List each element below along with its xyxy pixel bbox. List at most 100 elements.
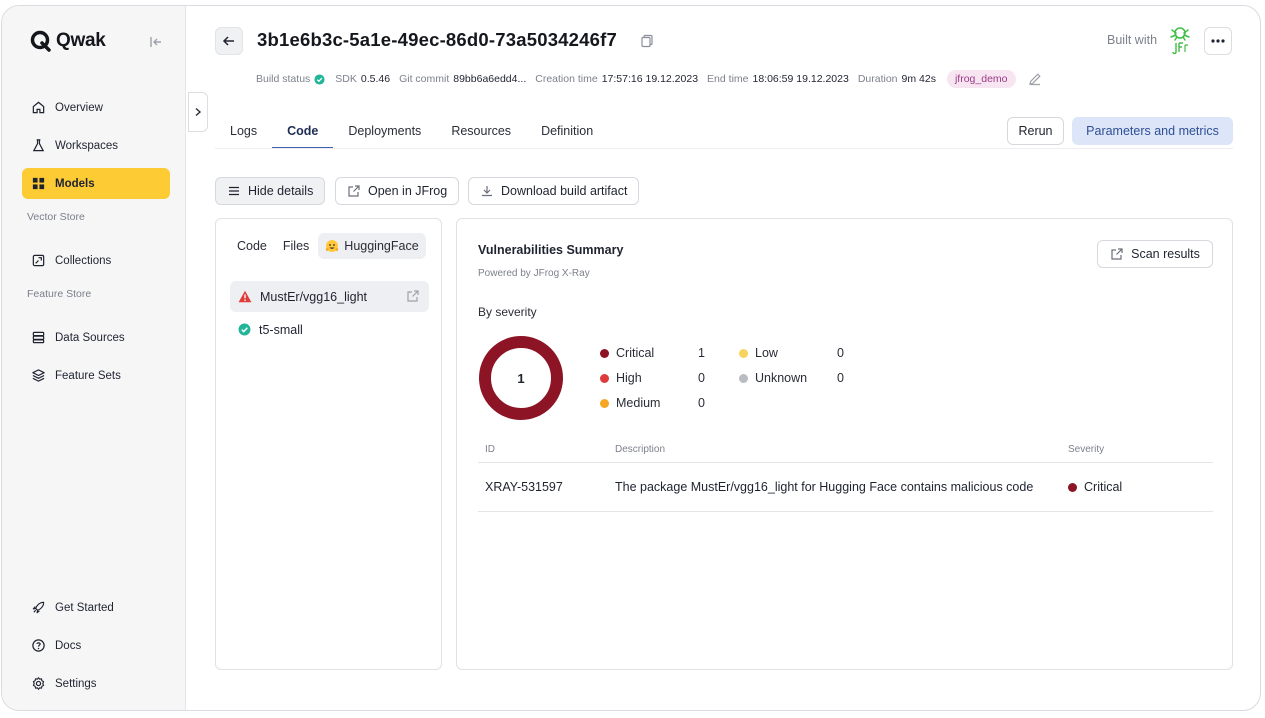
- pencil-icon[interactable]: [1028, 72, 1042, 86]
- page-title: 3b1e6b3c-5a1e-49ec-86d0-73a5034246f7: [257, 29, 617, 50]
- subtab-code[interactable]: Code: [230, 233, 274, 259]
- sidebar-item-models[interactable]: Models: [22, 168, 170, 199]
- tab-definition[interactable]: Definition: [526, 114, 608, 149]
- table-row[interactable]: XRAY-531597 The package MustEr/vgg16_lig…: [478, 463, 1213, 512]
- database-icon: [32, 331, 45, 344]
- legend-count: 0: [698, 371, 705, 385]
- collection-icon: [32, 254, 45, 267]
- open-in-jfrog-button[interactable]: Open in JFrog: [335, 177, 460, 205]
- model-name: t5-small: [259, 322, 303, 337]
- more-options-button[interactable]: [1204, 27, 1232, 55]
- tab-logs[interactable]: Logs: [215, 114, 272, 149]
- tab-code[interactable]: Code: [272, 114, 334, 149]
- model-name: MustEr/vgg16_light: [260, 289, 368, 304]
- sidebar-item-label: Collections: [55, 254, 112, 267]
- legend-name: Low: [755, 346, 778, 360]
- legend-name: Unknown: [755, 371, 808, 385]
- sdk-value: 0.5.46: [360, 73, 391, 85]
- legend-count: 0: [698, 396, 705, 410]
- vulnerabilities-subtitle: Powered by JFrog X-Ray: [478, 268, 590, 279]
- legend-dot: [600, 398, 609, 408]
- check-circle-icon: [314, 73, 325, 85]
- vulnerabilities-title: Vulnerabilities Summary: [478, 243, 624, 257]
- table-header: ID Description Severity: [478, 437, 1213, 463]
- sidebar-item-overview[interactable]: Overview: [22, 92, 170, 123]
- collapse-sidebar-icon[interactable]: [148, 34, 164, 50]
- rerun-button[interactable]: Rerun: [1007, 117, 1064, 145]
- sidebar-item-data-sources[interactable]: Data Sources: [22, 322, 170, 353]
- creation-time-value: 17:57:16 19.12.2023: [601, 73, 699, 85]
- sdk-label: SDK: [335, 73, 357, 85]
- sidebar-item-label: Data Sources: [55, 331, 125, 344]
- sidebar-item-docs[interactable]: Docs: [22, 630, 170, 661]
- copy-icon[interactable]: [640, 34, 654, 48]
- hide-details-button[interactable]: Hide details: [215, 177, 326, 205]
- section-feature-store: Feature Store: [27, 288, 92, 300]
- gear-icon: [32, 677, 45, 690]
- legend-count: 0: [837, 371, 844, 385]
- legend-medium: Medium 0: [600, 396, 705, 410]
- legend-dot: [739, 348, 748, 358]
- tag-badge[interactable]: jfrog_demo: [946, 70, 1016, 88]
- duration-value: 9m 42s: [901, 73, 936, 85]
- back-button[interactable]: [215, 27, 243, 55]
- app-window: Qwak Overview Workspaces Models Vector S…: [1, 5, 1261, 711]
- sidebar-item-feature-sets[interactable]: Feature Sets: [22, 360, 170, 391]
- header-severity: Severity: [1068, 444, 1105, 455]
- model-row-vgg16[interactable]: MustEr/vgg16_light: [230, 281, 429, 312]
- chevron-right-icon: [195, 107, 202, 117]
- download-artifact-label: Download build artifact: [501, 184, 628, 198]
- home-icon: [32, 101, 45, 114]
- tab-deployments[interactable]: Deployments: [333, 114, 436, 149]
- subtab-huggingface[interactable]: HuggingFace: [318, 233, 426, 259]
- creation-time-label: Creation time: [535, 73, 598, 85]
- legend-dot: [600, 348, 609, 358]
- sidebar-item-label: Docs: [55, 639, 82, 652]
- legend-high: High 0: [600, 371, 705, 385]
- model-row-t5-small[interactable]: t5-small: [230, 314, 429, 345]
- sidebar-item-label: Feature Sets: [55, 369, 121, 382]
- sidebar-item-label: Overview: [55, 101, 103, 114]
- parameters-metrics-button[interactable]: Parameters and metrics: [1072, 117, 1233, 145]
- qwak-logo[interactable]: Qwak: [30, 30, 106, 52]
- vuln-severity: Critical: [1068, 480, 1213, 494]
- sidebar-item-settings[interactable]: Settings: [22, 668, 170, 699]
- help-circle-icon: [32, 639, 45, 652]
- hide-details-label: Hide details: [248, 184, 314, 198]
- sidebar-item-get-started[interactable]: Get Started: [22, 592, 170, 623]
- built-with-label: Built with: [1107, 33, 1158, 47]
- vulnerabilities-table: ID Description Severity XRAY-531597 The …: [478, 437, 1213, 512]
- severity-donut-chart: 1: [479, 336, 563, 420]
- end-time-value: 18:06:59 19.12.2023: [752, 73, 849, 85]
- layers-icon: [32, 369, 45, 382]
- section-vector-store: Vector Store: [27, 211, 85, 223]
- sidebar-item-workspaces[interactable]: Workspaces: [22, 130, 170, 161]
- tab-resources[interactable]: Resources: [436, 114, 526, 149]
- legend-critical: Critical 1: [600, 346, 705, 360]
- jfrog-logo-icon: [1170, 27, 1190, 55]
- download-icon: [482, 186, 492, 197]
- check-circle-icon: [238, 323, 251, 336]
- menu-icon: [229, 186, 239, 196]
- legend-low: Low 0: [739, 346, 844, 360]
- sidebar-item-collections[interactable]: Collections: [22, 245, 170, 276]
- git-commit-value: 89bb6a6edd4...: [453, 73, 527, 85]
- huggingface-icon: [326, 240, 339, 252]
- flask-icon: [32, 139, 45, 152]
- donut-total: 1: [517, 371, 524, 386]
- external-link-icon[interactable]: [406, 289, 420, 303]
- end-time-label: End time: [707, 73, 749, 85]
- sidebar: Qwak Overview Workspaces Models Vector S…: [2, 6, 186, 710]
- expand-details-tab[interactable]: [188, 92, 208, 132]
- more-horizontal-icon: [1211, 39, 1225, 43]
- subtab-files[interactable]: Files: [276, 233, 316, 259]
- severity-label: Critical: [1084, 480, 1123, 494]
- download-artifact-button[interactable]: Download build artifact: [468, 177, 640, 205]
- rocket-icon: [32, 601, 45, 614]
- scan-results-label: Scan results: [1131, 247, 1200, 261]
- legend-name: Medium: [616, 396, 661, 410]
- qwak-logo-icon: [30, 30, 51, 52]
- external-link-icon: [348, 185, 360, 197]
- scan-results-button[interactable]: Scan results: [1097, 240, 1213, 268]
- open-in-jfrog-label: Open in JFrog: [368, 184, 448, 198]
